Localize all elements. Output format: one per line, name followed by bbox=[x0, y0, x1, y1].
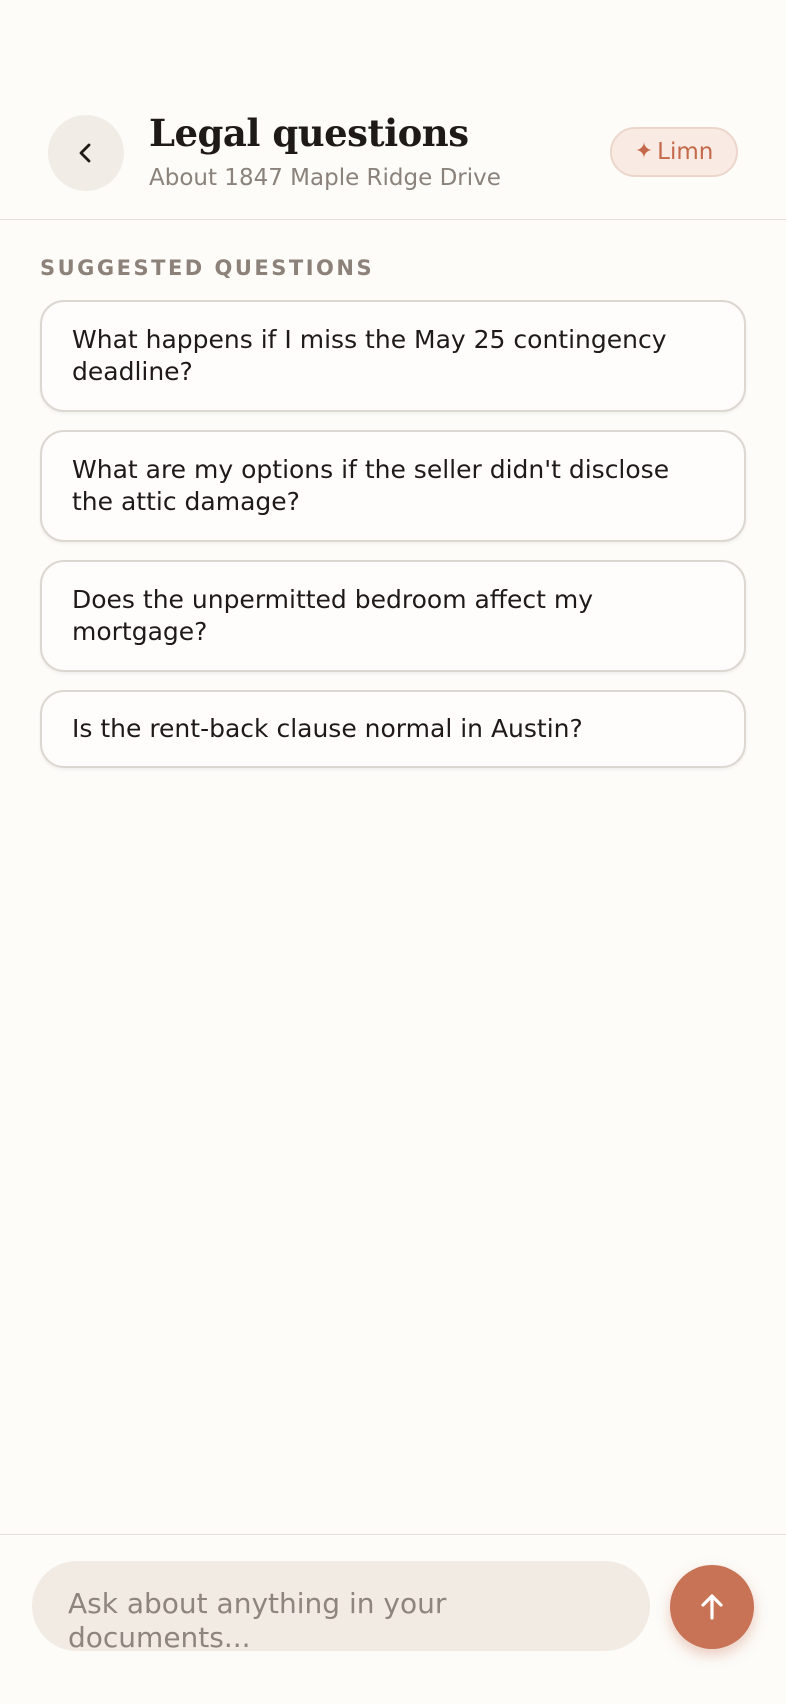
page-subtitle: About 1847 Maple Ridge Drive bbox=[149, 165, 501, 191]
sparkle-icon: ✦ bbox=[634, 139, 654, 164]
back-button[interactable] bbox=[48, 115, 124, 191]
suggestion-chip[interactable]: What happens if I miss the May 25 contin… bbox=[40, 300, 746, 412]
composer-bar bbox=[0, 1534, 786, 1704]
suggestion-chip[interactable]: What are my options if the seller didn't… bbox=[40, 430, 746, 542]
send-button[interactable] bbox=[670, 1565, 754, 1649]
message-input-container bbox=[32, 1561, 650, 1651]
chevron-left-icon bbox=[79, 143, 91, 163]
suggested-questions-label: SUGGESTED QUESTIONS bbox=[40, 256, 375, 280]
arrow-up-icon bbox=[701, 1594, 723, 1620]
page-title: Legal questions bbox=[149, 111, 469, 155]
suggestion-chip[interactable]: Is the rent-back clause normal in Austin… bbox=[40, 690, 746, 768]
page-header: Legal questions About 1847 Maple Ridge D… bbox=[0, 0, 786, 220]
suggestion-chip[interactable]: Does the unpermitted bedroom affect my m… bbox=[40, 560, 746, 672]
limn-badge[interactable]: ✦ Limn bbox=[610, 127, 738, 177]
suggested-questions-list: What happens if I miss the May 25 contin… bbox=[40, 300, 746, 786]
limn-badge-label: Limn bbox=[657, 139, 714, 165]
message-input[interactable] bbox=[68, 1587, 628, 1651]
